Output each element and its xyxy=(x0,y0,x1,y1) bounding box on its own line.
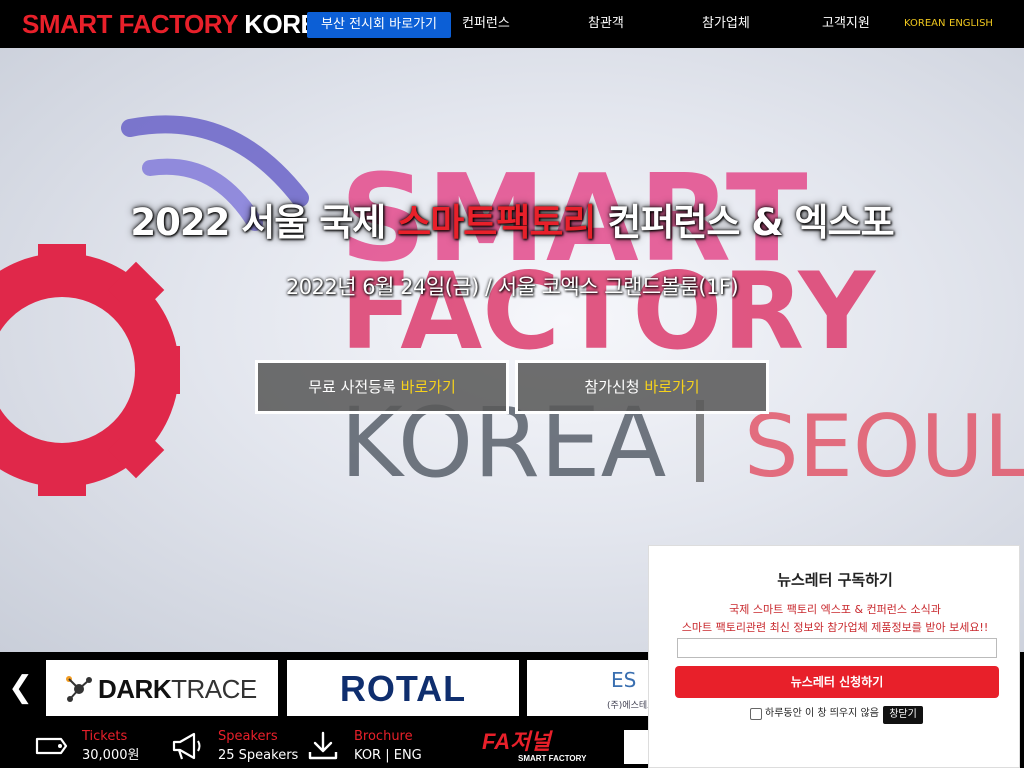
newsletter-title: 뉴스레터 구독하기 xyxy=(777,571,893,589)
carousel-prev-arrow-icon[interactable]: ❮ xyxy=(8,672,33,704)
hero-title: 2022 서울 국제 스마트팩토리 컨퍼런스 & 엑스포 xyxy=(0,200,1024,246)
newsletter-email-input[interactable] xyxy=(677,638,997,658)
ticket-icon xyxy=(35,737,68,755)
brochure-value[interactable]: KOR | ENG xyxy=(354,747,422,765)
darktrace-wordmark: DARKTRACE xyxy=(98,674,257,704)
exhibitor-apply-button[interactable]: 참가신청 바로가기 xyxy=(515,360,769,414)
lang-korean-link[interactable]: KOREAN xyxy=(904,17,945,31)
cta2-go: 바로가기 xyxy=(644,378,700,396)
estech-logo-mark: ES xyxy=(611,668,637,692)
fa-journal-subtitle: SMART FACTORY xyxy=(518,754,587,763)
megaphone-icon xyxy=(172,732,201,760)
download-icon[interactable] xyxy=(306,730,340,762)
busan-exhibition-button[interactable]: 부산 전시회 바로가기 xyxy=(307,12,451,38)
hero-title-accent: 스마트팩토리 xyxy=(397,201,596,244)
darktrace-logo-icon xyxy=(66,676,92,702)
rotal-wordmark: ROTAL xyxy=(339,668,467,709)
tickets-label: Tickets xyxy=(82,729,128,744)
site-logo[interactable]: SMART FACTORY KOREA xyxy=(22,8,336,40)
speakers-value: 25 Speakers xyxy=(218,748,299,763)
estech-name: (주)에스테크 xyxy=(607,701,648,711)
nav-item-conference[interactable]: 컨퍼런스 xyxy=(462,15,510,33)
newsletter-popup: 뉴스레터 구독하기 국제 스마트 팩토리 엑스포 & 컨퍼런스 소식과 스마트 … xyxy=(648,545,1020,768)
hide-for-day-checkbox[interactable] xyxy=(750,708,762,720)
bg-text-factory: FACTORY xyxy=(340,250,876,373)
hero-title-prefix: 2022 서울 국제 xyxy=(130,201,398,244)
hero-subtitle: 2022년 6월 24일(금) / 서울 코엑스 그랜드볼룸(1F) xyxy=(285,275,739,299)
speakers-label: Speakers xyxy=(218,729,278,744)
logo-smart-factory: SMART FACTORY xyxy=(22,9,238,39)
site-header: SMART FACTORY KOREA 부산 전시회 바로가기 컨퍼런스 참관객… xyxy=(0,0,1024,48)
partner-thumbnail[interactable] xyxy=(624,730,648,764)
brochure-label: Brochure xyxy=(354,729,413,744)
free-preregistration-button[interactable]: 무료 사전등록 바로가기 xyxy=(255,360,509,414)
newsletter-desc-line2: 스마트 팩토리관련 최신 정보와 참가업체 제품정보를 받아 보세요!! xyxy=(681,621,989,634)
newsletter-desc-line1: 국제 스마트 팩토리 엑스포 & 컨퍼런스 소식과 xyxy=(729,603,941,616)
sponsor-estech[interactable]: ES (주)에스테크 xyxy=(527,660,648,716)
nav-item-visitors[interactable]: 참관객 xyxy=(588,15,624,33)
hero-title-suffix: 컨퍼런스 & 엑스포 xyxy=(595,201,894,244)
sponsor-darktrace[interactable]: DARKTRACE xyxy=(46,660,278,716)
cta2-label: 참가신청 xyxy=(584,378,645,396)
bg-text-seoul: SEOUL xyxy=(744,397,1024,497)
lang-english-link[interactable]: ENGLISH xyxy=(949,17,993,31)
newsletter-subscribe-button[interactable]: 뉴스레터 신청하기 xyxy=(675,666,999,698)
popup-close-button[interactable]: 창닫기 xyxy=(883,706,923,724)
hide-for-day-label[interactable]: 하루동안 이 창 띄우지 않음 xyxy=(765,706,879,722)
tickets-value: 30,000원 xyxy=(82,748,140,763)
sponsor-rotal[interactable]: ROTAL xyxy=(287,660,519,716)
nav-item-exhibitors[interactable]: 참가업체 xyxy=(702,15,750,33)
nav-item-support[interactable]: 고객지원 xyxy=(822,15,870,33)
fa-journal-logo[interactable]: FA저널 xyxy=(482,730,551,754)
cta1-label: 무료 사전등록 xyxy=(308,378,401,396)
cta1-go: 바로가기 xyxy=(400,378,456,396)
